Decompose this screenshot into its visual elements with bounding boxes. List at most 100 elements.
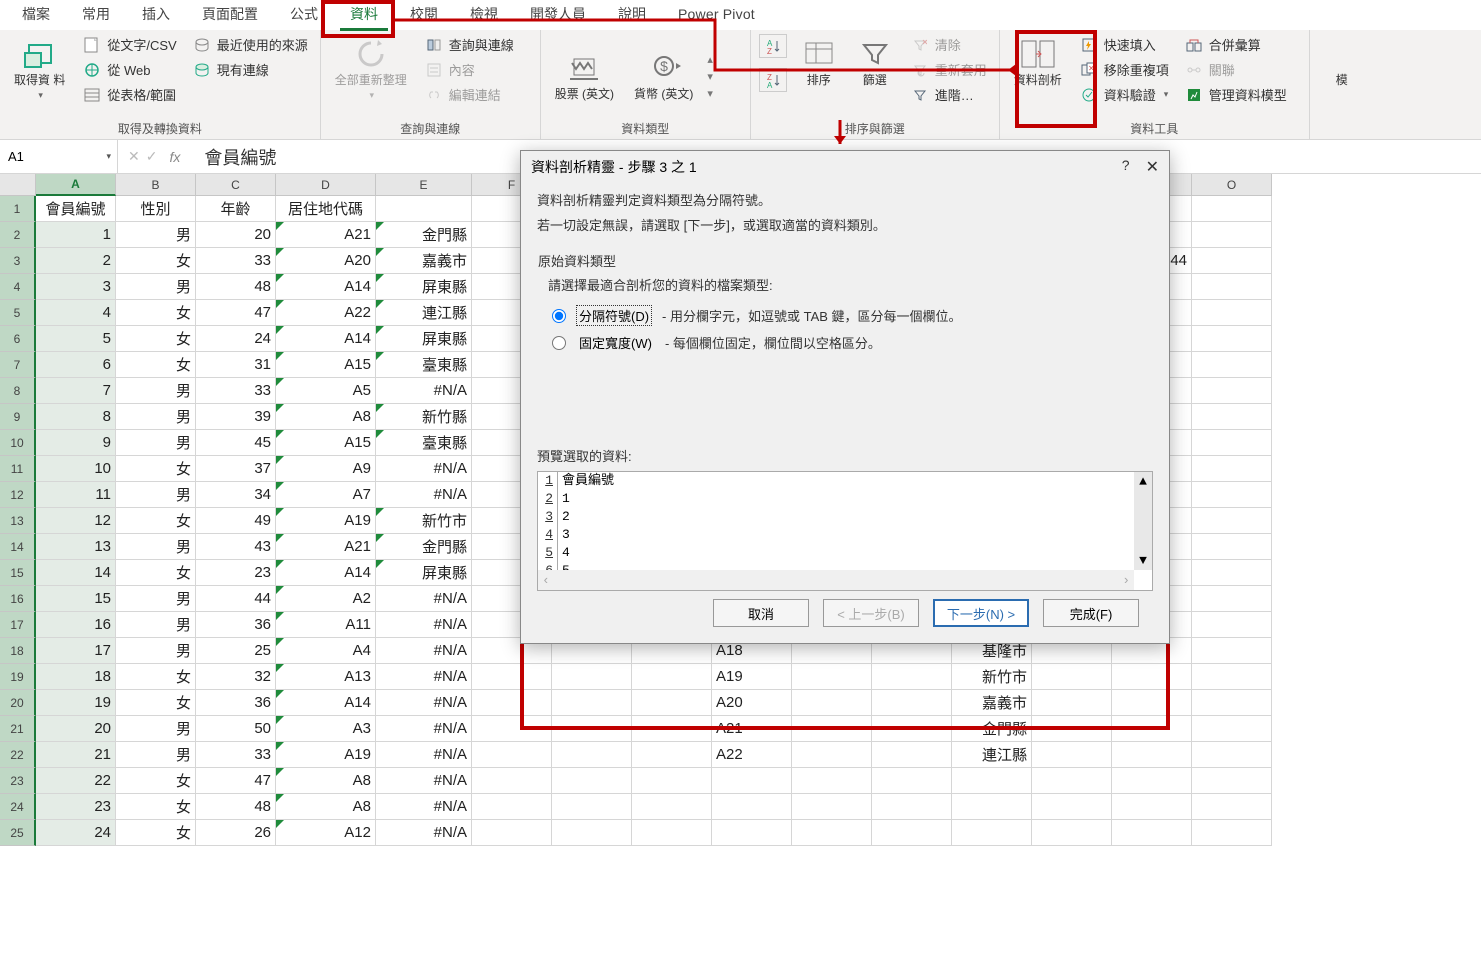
cell[interactable]: [1112, 794, 1192, 820]
cell[interactable]: [632, 742, 712, 768]
cell[interactable]: [552, 742, 632, 768]
cell[interactable]: A14: [276, 326, 376, 352]
preview-hscroll[interactable]: ‹›: [538, 570, 1134, 590]
column-header-A[interactable]: A: [36, 174, 116, 196]
consolidate-button[interactable]: 合併彙算: [1181, 34, 1291, 55]
from-text-csv-button[interactable]: 從文字/CSV: [79, 34, 180, 55]
cell[interactable]: A14: [276, 560, 376, 586]
row-header[interactable]: 16: [0, 586, 36, 612]
cell[interactable]: [1032, 820, 1112, 846]
cell[interactable]: 年齡: [196, 196, 276, 222]
cell[interactable]: 17: [36, 638, 116, 664]
cell[interactable]: 金門縣: [376, 534, 472, 560]
row-header[interactable]: 24: [0, 794, 36, 820]
tab-檢視[interactable]: 檢視: [454, 0, 514, 33]
scroll-up-icon[interactable]: ▲: [1139, 474, 1147, 489]
row-header[interactable]: 5: [0, 300, 36, 326]
cell[interactable]: [1192, 612, 1272, 638]
cell[interactable]: [632, 716, 712, 742]
help-icon[interactable]: ?: [1122, 157, 1130, 177]
cell[interactable]: A21: [712, 716, 792, 742]
cell[interactable]: 9: [36, 430, 116, 456]
cell[interactable]: [872, 664, 952, 690]
cell[interactable]: [792, 664, 872, 690]
cell[interactable]: 23: [196, 560, 276, 586]
cell[interactable]: 8: [36, 404, 116, 430]
row-header[interactable]: 19: [0, 664, 36, 690]
cell[interactable]: 1: [36, 222, 116, 248]
sort-asc-button[interactable]: AZ: [759, 34, 787, 58]
cell[interactable]: [1192, 638, 1272, 664]
cell[interactable]: 女: [116, 508, 196, 534]
cell[interactable]: 金門縣: [376, 222, 472, 248]
cell[interactable]: [632, 820, 712, 846]
cell[interactable]: 33: [196, 248, 276, 274]
cell[interactable]: [632, 768, 712, 794]
cell[interactable]: [1192, 768, 1272, 794]
cell[interactable]: 43: [196, 534, 276, 560]
cell[interactable]: 女: [116, 300, 196, 326]
cell[interactable]: 女: [116, 690, 196, 716]
cell[interactable]: 女: [116, 820, 196, 846]
radio-fixed-label[interactable]: 固定寬度(W): [576, 332, 655, 353]
whatif-partial-button[interactable]: 模: [1318, 34, 1366, 90]
cell[interactable]: [1112, 742, 1192, 768]
cell[interactable]: [552, 690, 632, 716]
cell[interactable]: [1192, 274, 1272, 300]
cell[interactable]: #N/A: [376, 690, 472, 716]
cell[interactable]: #N/A: [376, 664, 472, 690]
cell[interactable]: 49: [196, 508, 276, 534]
tab-插入[interactable]: 插入: [126, 0, 186, 33]
cell[interactable]: [1192, 664, 1272, 690]
cell[interactable]: [1112, 690, 1192, 716]
finish-button[interactable]: 完成(F): [1043, 599, 1139, 627]
cell[interactable]: #N/A: [376, 794, 472, 820]
cell[interactable]: 男: [116, 378, 196, 404]
cell[interactable]: 14: [36, 560, 116, 586]
row-header[interactable]: 20: [0, 690, 36, 716]
row-header[interactable]: 9: [0, 404, 36, 430]
cell[interactable]: 18: [36, 664, 116, 690]
row-header[interactable]: 7: [0, 352, 36, 378]
cell[interactable]: A19: [712, 664, 792, 690]
cell[interactable]: [872, 794, 952, 820]
tab-常用[interactable]: 常用: [66, 0, 126, 33]
row-header[interactable]: 2: [0, 222, 36, 248]
cell[interactable]: A9: [276, 456, 376, 482]
cell[interactable]: [1192, 456, 1272, 482]
cell[interactable]: 23: [36, 794, 116, 820]
manage-data-model-button[interactable]: 管理資料模型: [1181, 84, 1291, 105]
cell[interactable]: A4: [276, 638, 376, 664]
cell[interactable]: 10: [36, 456, 116, 482]
cell[interactable]: [472, 794, 552, 820]
cell[interactable]: [1192, 300, 1272, 326]
stocks-button[interactable]: 股票 (英文): [549, 48, 620, 104]
cell[interactable]: 男: [116, 274, 196, 300]
recent-sources-button[interactable]: 最近使用的來源: [189, 34, 312, 55]
cell[interactable]: [792, 716, 872, 742]
cell[interactable]: [1032, 768, 1112, 794]
cell[interactable]: [552, 820, 632, 846]
cell[interactable]: [552, 768, 632, 794]
cell[interactable]: [472, 820, 552, 846]
cell[interactable]: 女: [116, 560, 196, 586]
row-header[interactable]: 11: [0, 456, 36, 482]
column-header-B[interactable]: B: [116, 174, 196, 196]
cell[interactable]: 44: [196, 586, 276, 612]
cell[interactable]: 25: [196, 638, 276, 664]
cell[interactable]: 24: [196, 326, 276, 352]
cell[interactable]: [1192, 794, 1272, 820]
next-button[interactable]: 下一步(N) >: [933, 599, 1029, 627]
sort-desc-button[interactable]: ZA: [759, 68, 787, 92]
cell[interactable]: A14: [276, 690, 376, 716]
radio-fixed-width[interactable]: [552, 336, 566, 350]
cell[interactable]: 20: [36, 716, 116, 742]
cell[interactable]: [552, 664, 632, 690]
cell[interactable]: A15: [276, 352, 376, 378]
filter-button[interactable]: 篩選: [851, 34, 899, 90]
cell[interactable]: 男: [116, 716, 196, 742]
cell[interactable]: [792, 768, 872, 794]
cell[interactable]: 24: [36, 820, 116, 846]
cell[interactable]: [1192, 352, 1272, 378]
cell[interactable]: A8: [276, 404, 376, 430]
